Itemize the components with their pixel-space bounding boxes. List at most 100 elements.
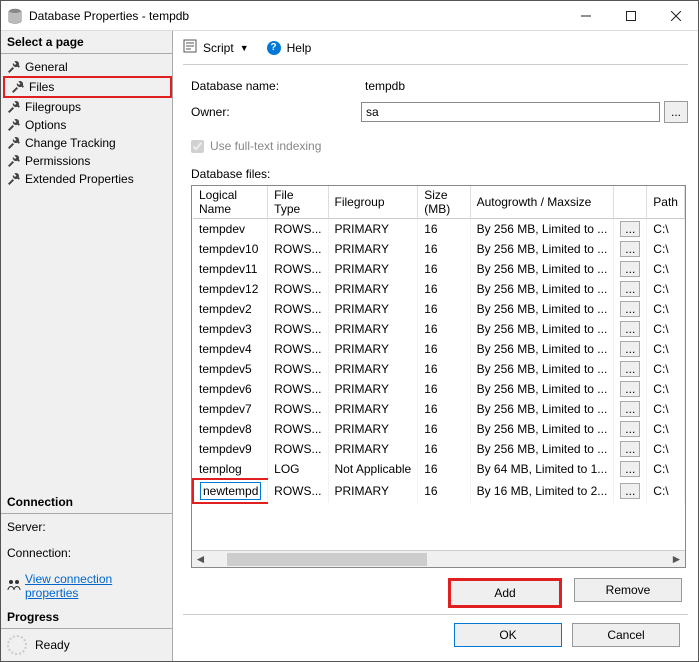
cell-autogrowth[interactable]: By 256 MB, Limited to ...	[470, 239, 614, 259]
cell-size[interactable]: 16	[418, 239, 470, 259]
cell-filegroup[interactable]: PRIMARY	[328, 319, 418, 339]
cell-logical[interactable]: tempdev10	[193, 239, 268, 259]
cell-autogrowth[interactable]: By 64 MB, Limited to 1...	[470, 459, 614, 479]
scroll-thumb[interactable]	[227, 553, 427, 566]
table-row[interactable]: tempdev3ROWS...PRIMARY16By 256 MB, Limit…	[193, 319, 685, 339]
cell-logical[interactable]: tempdev7	[193, 399, 268, 419]
scroll-left-icon[interactable]: ◄	[192, 551, 209, 568]
cell-path[interactable]: C:\	[647, 239, 685, 259]
cell-logical[interactable]: tempdev	[193, 219, 268, 240]
scroll-right-icon[interactable]: ►	[668, 551, 685, 568]
cell-size[interactable]: 16	[418, 419, 470, 439]
autogrowth-edit-button[interactable]: ...	[620, 381, 640, 397]
cell-autogrowth[interactable]: By 256 MB, Limited to ...	[470, 439, 614, 459]
cell-size[interactable]: 16	[418, 379, 470, 399]
cell-path[interactable]: C:\	[647, 299, 685, 319]
cell-size[interactable]: 16	[418, 339, 470, 359]
cell-path[interactable]: C:\	[647, 379, 685, 399]
autogrowth-edit-button[interactable]: ...	[620, 461, 640, 477]
minimize-button[interactable]	[563, 1, 608, 31]
cell-filetype[interactable]: LOG	[268, 459, 328, 479]
table-row[interactable]: tempdev2ROWS...PRIMARY16By 256 MB, Limit…	[193, 299, 685, 319]
col-path[interactable]: Path	[647, 186, 685, 219]
cell-filegroup[interactable]: Not Applicable	[328, 459, 418, 479]
cell-size[interactable]: 16	[418, 299, 470, 319]
cell-filegroup[interactable]: PRIMARY	[328, 279, 418, 299]
table-row[interactable]: tempdev5ROWS...PRIMARY16By 256 MB, Limit…	[193, 359, 685, 379]
cell-filegroup[interactable]: PRIMARY	[328, 259, 418, 279]
autogrowth-edit-button[interactable]: ...	[620, 261, 640, 277]
page-item-options[interactable]: Options	[1, 116, 172, 134]
cell-autogrowth[interactable]: By 256 MB, Limited to ...	[470, 339, 614, 359]
cell-filetype[interactable]: ROWS...	[268, 219, 328, 240]
cell-path[interactable]: C:\	[647, 339, 685, 359]
help-button[interactable]: Help	[287, 41, 312, 55]
table-row[interactable]: templogLOGNot Applicable16By 64 MB, Limi…	[193, 459, 685, 479]
table-row[interactable]: tempdev6ROWS...PRIMARY16By 256 MB, Limit…	[193, 379, 685, 399]
script-dropdown-icon[interactable]: ▼	[240, 43, 249, 53]
cell-autogrowth[interactable]: By 256 MB, Limited to ...	[470, 379, 614, 399]
cell-logical[interactable]: tempdev5	[193, 359, 268, 379]
col-logical-name[interactable]: Logical Name	[193, 186, 268, 219]
autogrowth-edit-button[interactable]: ...	[620, 483, 640, 499]
table-row[interactable]: tempdev7ROWS...PRIMARY16By 256 MB, Limit…	[193, 399, 685, 419]
cell-autogrowth[interactable]: By 256 MB, Limited to ...	[470, 279, 614, 299]
cell-filegroup[interactable]: PRIMARY	[328, 399, 418, 419]
page-item-general[interactable]: General	[1, 58, 172, 76]
cell-path[interactable]: C:\	[647, 439, 685, 459]
cell-path[interactable]: C:\	[647, 259, 685, 279]
cell-size[interactable]: 16	[418, 319, 470, 339]
cell-logical[interactable]: tempdev4	[193, 339, 268, 359]
cell-filegroup[interactable]: PRIMARY	[328, 299, 418, 319]
cell-logical[interactable]: tempdev2	[193, 299, 268, 319]
cell-logical[interactable]: templog	[193, 459, 268, 479]
cell-filetype[interactable]: ROWS...	[268, 479, 328, 503]
files-grid[interactable]: Logical Name File Type Filegroup Size (M…	[191, 185, 686, 568]
view-connection-properties-link[interactable]: View connection properties	[7, 572, 166, 600]
cell-filetype[interactable]: ROWS...	[268, 359, 328, 379]
cell-logical[interactable]: tempdev6	[193, 379, 268, 399]
cell-logical[interactable]: tempdev9	[193, 439, 268, 459]
cell-size[interactable]: 16	[418, 479, 470, 503]
table-row[interactable]: tempdev8ROWS...PRIMARY16By 256 MB, Limit…	[193, 419, 685, 439]
table-row[interactable]: tempdev9ROWS...PRIMARY16By 256 MB, Limit…	[193, 439, 685, 459]
autogrowth-edit-button[interactable]: ...	[620, 281, 640, 297]
ok-button[interactable]: OK	[454, 623, 562, 647]
autogrowth-edit-button[interactable]: ...	[620, 361, 640, 377]
owner-input[interactable]	[361, 102, 660, 122]
cell-path[interactable]: C:\	[647, 359, 685, 379]
cell-filetype[interactable]: ROWS...	[268, 239, 328, 259]
table-row-editing[interactable]: ROWS...PRIMARY16By 16 MB, Limited to 2..…	[193, 479, 685, 503]
cell-filetype[interactable]: ROWS...	[268, 279, 328, 299]
logical-name-input[interactable]	[200, 482, 261, 500]
remove-button[interactable]: Remove	[574, 578, 682, 602]
cell-filetype[interactable]: ROWS...	[268, 339, 328, 359]
cell-path[interactable]: C:\	[647, 279, 685, 299]
script-button[interactable]: Script	[203, 41, 234, 55]
cell-filetype[interactable]: ROWS...	[268, 399, 328, 419]
cell-autogrowth[interactable]: By 256 MB, Limited to ...	[470, 399, 614, 419]
cell-path[interactable]: C:\	[647, 479, 685, 503]
cell-size[interactable]: 16	[418, 359, 470, 379]
col-autogrowth[interactable]: Autogrowth / Maxsize	[470, 186, 614, 219]
cell-autogrowth[interactable]: By 256 MB, Limited to ...	[470, 219, 614, 240]
cell-filegroup[interactable]: PRIMARY	[328, 219, 418, 240]
page-item-permissions[interactable]: Permissions	[1, 152, 172, 170]
cell-filegroup[interactable]: PRIMARY	[328, 419, 418, 439]
cell-filetype[interactable]: ROWS...	[268, 419, 328, 439]
cell-logical[interactable]: tempdev12	[193, 279, 268, 299]
autogrowth-edit-button[interactable]: ...	[620, 341, 640, 357]
cell-size[interactable]: 16	[418, 399, 470, 419]
cell-path[interactable]: C:\	[647, 459, 685, 479]
cell-filegroup[interactable]: PRIMARY	[328, 379, 418, 399]
cell-filetype[interactable]: ROWS...	[268, 439, 328, 459]
table-row[interactable]: tempdev4ROWS...PRIMARY16By 256 MB, Limit…	[193, 339, 685, 359]
page-item-files[interactable]: Files	[3, 76, 172, 98]
cell-size[interactable]: 16	[418, 219, 470, 240]
cell-path[interactable]: C:\	[647, 319, 685, 339]
cell-filetype[interactable]: ROWS...	[268, 259, 328, 279]
cell-autogrowth[interactable]: By 256 MB, Limited to ...	[470, 359, 614, 379]
autogrowth-edit-button[interactable]: ...	[620, 241, 640, 257]
autogrowth-edit-button[interactable]: ...	[620, 321, 640, 337]
table-row[interactable]: tempdev11ROWS...PRIMARY16By 256 MB, Limi…	[193, 259, 685, 279]
